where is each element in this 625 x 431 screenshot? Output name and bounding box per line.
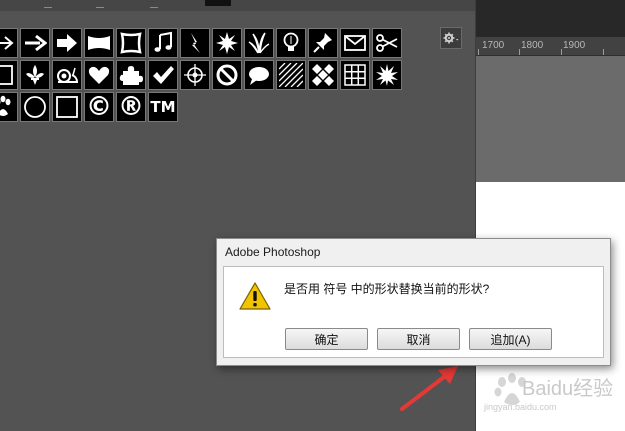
ruler-label: 1800 xyxy=(521,40,544,51)
arrow-right-icon xyxy=(25,34,47,52)
panel-divider xyxy=(475,0,476,431)
shape-arrow-thin[interactable] xyxy=(0,28,18,58)
frame-icon xyxy=(120,32,142,54)
arrow-bold-icon xyxy=(57,34,77,52)
shape-arrow-bold[interactable] xyxy=(52,28,82,58)
banner-icon xyxy=(88,36,110,50)
puzzle-icon xyxy=(119,66,143,85)
shape-hatch[interactable] xyxy=(276,60,306,90)
grid-icon xyxy=(344,64,366,86)
pin-icon xyxy=(313,33,332,53)
shape-checkmark[interactable] xyxy=(148,60,178,90)
shape-diamond-grid[interactable] xyxy=(308,60,338,90)
grass-icon xyxy=(248,32,270,54)
shape-heart[interactable] xyxy=(84,60,114,90)
starburst-icon xyxy=(216,32,238,54)
circle-icon xyxy=(24,96,46,118)
square-frame-icon xyxy=(56,96,78,118)
toolbar-swatch xyxy=(205,0,231,6)
ok-button[interactable]: 确定 xyxy=(285,328,368,350)
watermark-url: jingyan.baidu.com xyxy=(484,402,557,412)
ruler-tick xyxy=(519,49,520,55)
annotation-arrow-icon xyxy=(400,366,458,411)
cancel-button[interactable]: 取消 xyxy=(377,328,460,350)
shape-speech-bubble[interactable] xyxy=(244,60,274,90)
shape-crosshair[interactable] xyxy=(180,60,210,90)
shape-envelope[interactable] xyxy=(340,28,370,58)
dialog-body: 是否用 符号 中的形状替换当前的形状? 确定 取消 追加(A) xyxy=(223,266,604,358)
sunburst-icon xyxy=(376,64,398,86)
shape-banner[interactable] xyxy=(84,28,114,58)
scissors-icon xyxy=(376,34,398,52)
toolbar-tick xyxy=(150,3,158,8)
shape-grass[interactable] xyxy=(244,28,274,58)
crosshair-icon xyxy=(184,64,206,86)
registered-symbol: ® xyxy=(118,92,144,122)
no-sign-icon xyxy=(216,64,238,86)
fleur-de-lis-icon xyxy=(26,65,44,85)
ruler-label: 1900 xyxy=(563,40,586,51)
arrow-thin-icon xyxy=(0,36,14,50)
watermark-brand: Baidu经验 xyxy=(522,378,614,400)
music-note-icon xyxy=(154,31,172,52)
shape-pin[interactable] xyxy=(308,28,338,58)
lightning-icon xyxy=(191,33,200,53)
shape-frame[interactable] xyxy=(116,28,146,58)
shape-no-sign[interactable] xyxy=(212,60,242,90)
shape-starburst[interactable] xyxy=(212,28,242,58)
ruler-tick xyxy=(561,49,562,55)
heart-icon xyxy=(88,66,110,84)
shape-grid[interactable] xyxy=(340,60,370,90)
ruler-label: 1700 xyxy=(482,40,505,51)
shape-puzzle[interactable] xyxy=(116,60,146,90)
shape-arrow-right[interactable] xyxy=(20,28,50,58)
dialog-message: 是否用 符号 中的形状替换当前的形状? xyxy=(284,282,490,296)
toolbar-tick xyxy=(96,3,104,8)
toolbar-tick xyxy=(44,3,52,8)
copyright-symbol: © xyxy=(86,92,112,122)
shape-snail[interactable] xyxy=(52,60,82,90)
snail-icon xyxy=(57,67,79,83)
shape-paw[interactable] xyxy=(0,92,18,122)
hatch-icon xyxy=(279,63,303,87)
panel-menu-button[interactable] xyxy=(440,27,462,49)
lightbulb-icon xyxy=(283,32,299,51)
dialog-title: Adobe Photoshop xyxy=(225,245,321,259)
canvas-pasteboard xyxy=(476,56,625,182)
square-icon xyxy=(0,65,13,85)
shape-scissors[interactable] xyxy=(372,28,402,58)
shape-lightning[interactable] xyxy=(180,28,210,58)
paw-icon xyxy=(0,95,11,116)
shape-fleur-de-lis[interactable] xyxy=(20,60,50,90)
ruler-tick xyxy=(478,49,479,55)
shape-copyright[interactable]: © xyxy=(84,92,114,122)
shape-trademark[interactable]: TM xyxy=(148,92,178,122)
shape-circle[interactable] xyxy=(20,92,50,122)
trademark-symbol: TM xyxy=(150,97,176,116)
shape-registered[interactable]: ® xyxy=(116,92,146,122)
gear-icon xyxy=(443,32,459,44)
envelope-icon xyxy=(344,35,366,51)
shape-sunburst[interactable] xyxy=(372,60,402,90)
speech-bubble-icon xyxy=(249,67,269,85)
replace-shapes-dialog: Adobe Photoshop 是否用 符号 中的形状替换当前的形状? 确定 取… xyxy=(216,238,611,366)
append-button[interactable]: 追加(A) xyxy=(469,328,552,350)
shape-lightbulb[interactable] xyxy=(276,28,306,58)
horizontal-ruler[interactable]: 1700 1800 1900 xyxy=(476,37,625,56)
diamond-grid-icon xyxy=(312,64,334,86)
checkmark-icon xyxy=(153,66,174,84)
warning-icon xyxy=(239,282,271,310)
shape-music-note[interactable] xyxy=(148,28,178,58)
ruler-tick xyxy=(603,49,604,55)
shape-square[interactable] xyxy=(0,60,18,90)
shape-square-frame[interactable] xyxy=(52,92,82,122)
